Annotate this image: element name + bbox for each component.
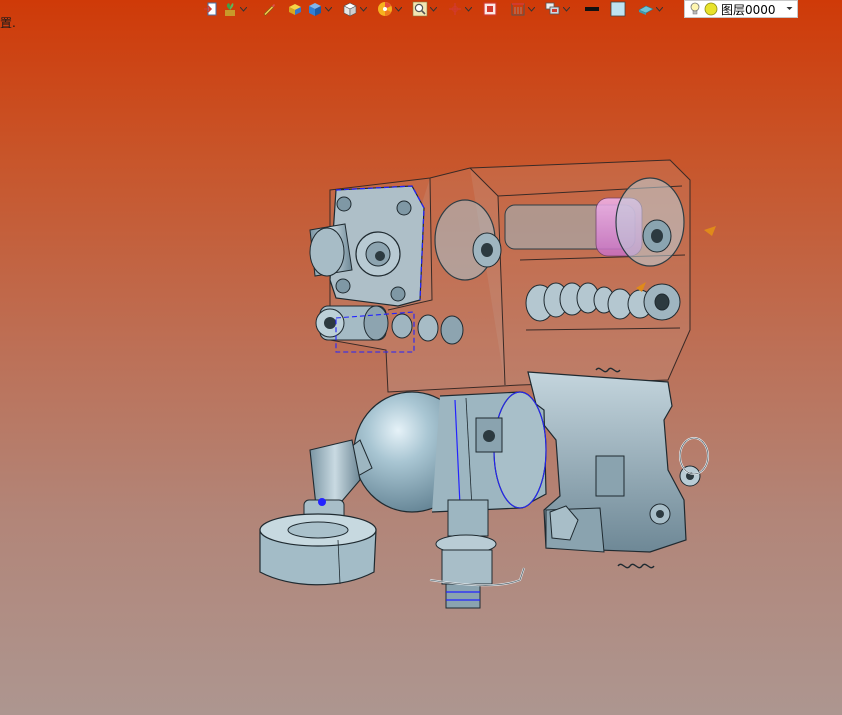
model-viewport[interactable] <box>0 0 842 715</box>
lower-bracket <box>527 371 709 553</box>
spherical-tank <box>353 391 547 513</box>
round-cap <box>259 513 377 586</box>
bottom-valve <box>429 499 525 609</box>
left-flange <box>309 185 425 307</box>
